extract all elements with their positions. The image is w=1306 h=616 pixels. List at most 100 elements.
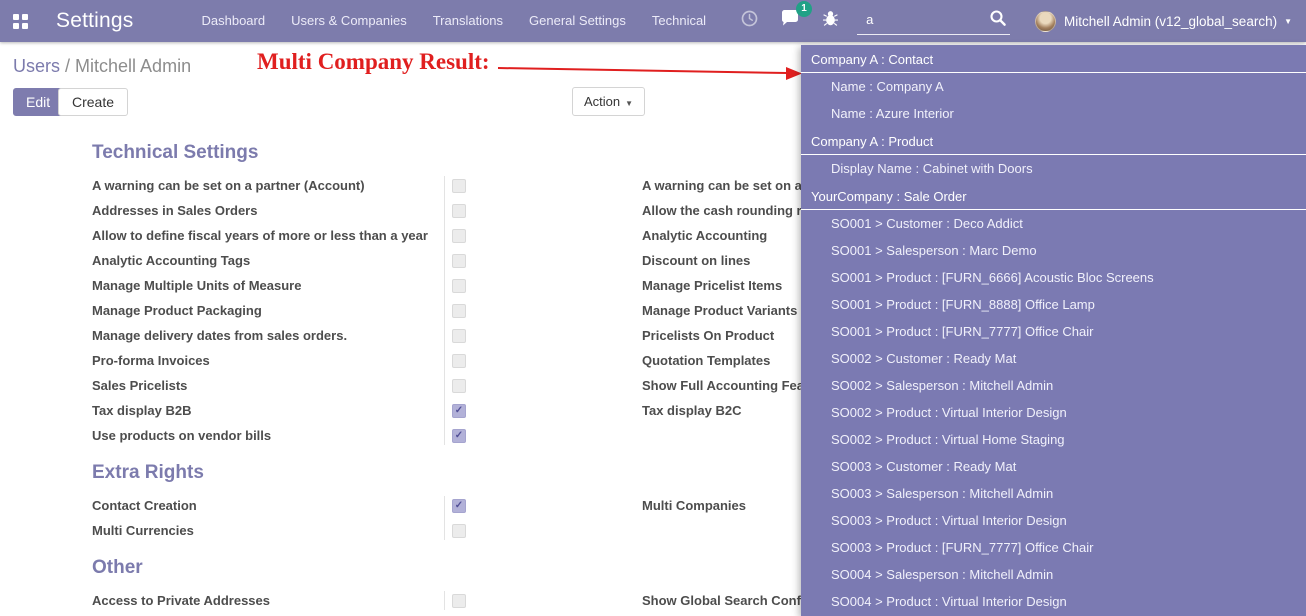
menu-item-translations[interactable]: Translations [420,0,516,42]
global-search [857,8,1010,35]
checkbox-cell [444,379,642,393]
dropdown-result-so004-product-virtual-interior-design[interactable]: SO004 > Product : Virtual Interior Desig… [801,588,1306,615]
checkbox-cell [444,179,642,193]
action-dropdown-button[interactable]: Action▼ [572,87,645,116]
setting-checkbox-addresses-in-sales-orders[interactable] [452,204,466,218]
setting-label-allow-to-define-fiscal-years-of-more-or-: Allow to define fiscal years of more or … [92,228,444,243]
setting-checkbox-manage-multiple-units-of-measure[interactable] [452,279,466,293]
chevron-down-icon: ▼ [625,99,633,108]
breadcrumb-users-link[interactable]: Users [13,56,60,76]
setting-checkbox-access-to-private-addresses[interactable] [452,594,466,608]
setting-label-multi-currencies: Multi Currencies [92,523,444,538]
dropdown-result-so002-product-virtual-interior-design[interactable]: SO002 > Product : Virtual Interior Desig… [801,399,1306,426]
apps-menu-icon[interactable] [13,14,28,29]
setting-checkbox-allow-to-define-fiscal-years-of-more-or-[interactable] [452,229,466,243]
menu-item-technical[interactable]: Technical [639,0,719,42]
column-divider [444,496,445,540]
checkbox-cell [444,254,642,268]
checkbox-cell [444,329,642,343]
setting-checkbox-manage-delivery-dates-from-sales-orders[interactable] [452,329,466,343]
user-name: Mitchell Admin (v12_global_search) [1064,14,1277,29]
checkbox-cell [444,229,642,243]
setting-checkbox-manage-product-packaging[interactable] [452,304,466,318]
setting-checkbox-a-warning-can-be-set-on-a-partner-accoun[interactable] [452,179,466,193]
checkbox-cell [444,304,642,318]
checkbox-cell [444,354,642,368]
setting-label-access-to-private-addresses: Access to Private Addresses [92,593,444,608]
clock-icon [741,10,758,32]
setting-label-contact-creation: Contact Creation [92,498,444,513]
checkbox-cell [444,279,642,293]
dropdown-result-so003-product-virtual-interior-design[interactable]: SO003 > Product : Virtual Interior Desig… [801,507,1306,534]
settings-page: Settings DashboardUsers & CompaniesTrans… [0,0,1306,616]
activities-button[interactable] [730,10,769,32]
breadcrumb-current: Mitchell Admin [75,56,191,76]
setting-label-analytic-accounting-tags: Analytic Accounting Tags [92,253,444,268]
dropdown-result-so001-product-furn-7777-office-chair[interactable]: SO001 > Product : [FURN_7777] Office Cha… [801,318,1306,345]
main-menu: DashboardUsers & CompaniesTranslationsGe… [188,0,719,42]
dropdown-result-so003-salesperson-mitchell-admin[interactable]: SO003 > Salesperson : Mitchell Admin [801,480,1306,507]
dropdown-result-so002-product-virtual-home-staging[interactable]: SO002 > Product : Virtual Home Staging [801,426,1306,453]
checkbox-cell [444,594,642,608]
checkbox-cell [444,204,642,218]
setting-checkbox-tax-display-b2b[interactable]: ✓ [452,404,466,418]
checkbox-cell: ✓ [444,404,642,418]
dropdown-result-so004-salesperson-mitchell-admin[interactable]: SO004 > Salesperson : Mitchell Admin [801,561,1306,588]
edit-button[interactable]: Edit [13,88,63,116]
dropdown-result-name-azure-interior[interactable]: Name : Azure Interior [801,100,1306,127]
setting-checkbox-use-products-on-vendor-bills[interactable]: ✓ [452,429,466,443]
dropdown-result-so003-customer-ready-mat[interactable]: SO003 > Customer : Ready Mat [801,453,1306,480]
column-divider [444,176,445,445]
setting-checkbox-multi-currencies[interactable] [452,524,466,538]
setting-label-sales-pricelists: Sales Pricelists [92,378,444,393]
setting-label-use-products-on-vendor-bills: Use products on vendor bills [92,428,444,443]
app-title[interactable]: Settings [56,9,133,33]
dropdown-result-so001-customer-deco-addict[interactable]: SO001 > Customer : Deco Addict [801,210,1306,237]
user-avatar [1035,11,1056,32]
dropdown-result-so001-salesperson-marc-demo[interactable]: SO001 > Salesperson : Marc Demo [801,237,1306,264]
setting-checkbox-analytic-accounting-tags[interactable] [452,254,466,268]
debug-button[interactable] [811,10,850,32]
menu-item-users-companies[interactable]: Users & Companies [278,0,420,42]
message-count-badge: 1 [796,1,812,17]
breadcrumb: Users / Mitchell Admin [13,56,191,77]
checkbox-cell: ✓ [444,499,642,513]
checkbox-cell [444,524,642,538]
setting-label-manage-multiple-units-of-measure: Manage Multiple Units of Measure [92,278,444,293]
setting-label-tax-display-b2b: Tax display B2B [92,403,444,418]
dropdown-result-so003-product-furn-7777-office-chair[interactable]: SO003 > Product : [FURN_7777] Office Cha… [801,534,1306,561]
setting-label-manage-product-packaging: Manage Product Packaging [92,303,444,318]
chevron-down-icon: ▼ [1284,17,1292,26]
setting-checkbox-pro-forma-invoices[interactable] [452,354,466,368]
annotation-arrow [490,57,806,83]
setting-label-a-warning-can-be-set-on-a-partner-accoun: A warning can be set on a partner (Accou… [92,178,444,193]
setting-label-addresses-in-sales-orders: Addresses in Sales Orders [92,203,444,218]
menu-item-general-settings[interactable]: General Settings [516,0,639,42]
setting-checkbox-contact-creation[interactable]: ✓ [452,499,466,513]
user-menu[interactable]: Mitchell Admin (v12_global_search) ▼ [1035,11,1292,32]
setting-label-manage-delivery-dates-from-sales-orders: Manage delivery dates from sales orders. [92,328,444,343]
menu-item-dashboard[interactable]: Dashboard [188,0,278,42]
dropdown-result-so002-customer-ready-mat[interactable]: SO002 > Customer : Ready Mat [801,345,1306,372]
dropdown-result-display-name-cabinet-with-doors[interactable]: Display Name : Cabinet with Doors [801,155,1306,182]
dropdown-group-yourcompany-sale-order[interactable]: YourCompany : Sale Order [801,182,1306,210]
dropdown-result-so001-product-furn-8888-office-lamp[interactable]: SO001 > Product : [FURN_8888] Office Lam… [801,291,1306,318]
dropdown-group-company-a-contact[interactable]: Company A : Contact [801,45,1306,73]
setting-label-pro-forma-invoices: Pro-forma Invoices [92,353,444,368]
dropdown-group-company-a-product[interactable]: Company A : Product [801,127,1306,155]
messages-button[interactable]: 1 [769,10,811,33]
annotation-text: Multi Company Result: [257,49,490,75]
dropdown-result-so002-salesperson-mitchell-admin[interactable]: SO002 > Salesperson : Mitchell Admin [801,372,1306,399]
dropdown-result-name-company-a[interactable]: Name : Company A [801,73,1306,100]
create-button[interactable]: Create [58,88,128,116]
checkbox-cell: ✓ [444,429,642,443]
dropdown-result-so001-product-furn-6666-acoustic-bloc-sc[interactable]: SO001 > Product : [FURN_6666] Acoustic B… [801,264,1306,291]
navbar-systray: 1 [730,10,850,33]
top-navbar: Settings DashboardUsers & CompaniesTrans… [0,0,1306,42]
breadcrumb-separator: / [60,56,75,76]
search-results-dropdown: Company A : ContactName : Company AName … [801,45,1306,616]
bug-icon [822,10,839,32]
column-divider [444,591,445,610]
setting-checkbox-sales-pricelists[interactable] [452,379,466,393]
global-search-input[interactable] [857,8,1010,35]
